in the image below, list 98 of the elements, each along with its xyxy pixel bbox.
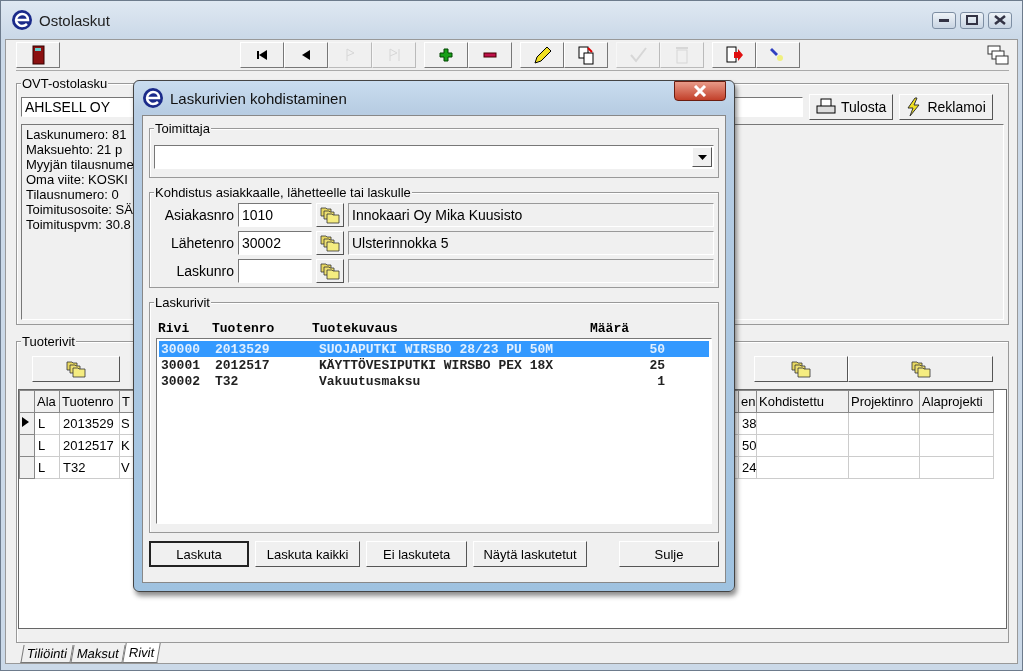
checkmark-icon [630, 47, 647, 63]
table-cell: 50 [738, 434, 757, 457]
print-button[interactable]: Tulosta [809, 94, 894, 120]
detail-line: Laskunumero: 81 [26, 127, 127, 142]
detail-line: Toimituspvm: 30.8 [26, 217, 131, 232]
app-logo-icon [142, 87, 164, 109]
next-icon [346, 48, 355, 62]
minus-icon [483, 52, 497, 58]
field-label: Lähetenro [169, 235, 234, 251]
column-header: Määrä [590, 321, 630, 336]
maximize-button[interactable] [960, 11, 984, 29]
folder-stack-icon [320, 206, 340, 224]
first-record-icon [257, 50, 267, 60]
tab[interactable]: Rivit [122, 643, 161, 663]
folder-stack-icon [66, 360, 86, 378]
door-icon [32, 45, 45, 65]
trash-icon [676, 47, 688, 64]
description-field: Ulsterinnokka 5 [348, 231, 714, 255]
browse-button[interactable] [316, 203, 344, 227]
close-icon [994, 15, 1006, 25]
dialog-button[interactable]: Sulje [618, 541, 719, 567]
tab[interactable]: Maksut [70, 645, 126, 663]
group-title: Kohdistus asiakkaalle, lähetteelle tai laskulle [154, 185, 412, 200]
dialog-title: Laskurivien kohdistaminen [170, 89, 348, 107]
input-field[interactable]: 1010 [238, 203, 312, 227]
column-header[interactable]: Projektinro [848, 390, 920, 413]
folder-stack-icon [791, 360, 811, 378]
dialog-button[interactable]: Laskuta kaikki [255, 541, 361, 567]
tab[interactable]: Tiliöinti [20, 645, 74, 663]
group-title: Tuoterivit [21, 334, 76, 349]
windows-icon[interactable] [987, 45, 1009, 65]
group-title: Toimittaja [154, 121, 211, 136]
column-header[interactable]: Alaprojekti [919, 390, 994, 413]
browse-button[interactable] [848, 356, 993, 382]
table-cell: 2012517 [59, 434, 120, 457]
column-header: Tuotekuvaus [312, 321, 399, 336]
folder-stack-icon [320, 234, 340, 252]
column-header[interactable]: Kohdistettu [756, 390, 849, 413]
last-record-icon [389, 48, 400, 62]
minimize-button[interactable] [932, 11, 956, 29]
lightning-icon [906, 97, 923, 117]
detail-line: Myyjän tilausnume [26, 157, 134, 172]
list-item[interactable]: 30002 T32 Vakuutusmaksu 1 [159, 373, 709, 389]
document-arrow-icon [726, 46, 743, 63]
close-button[interactable] [988, 11, 1012, 29]
toolbar-button[interactable] [424, 42, 468, 68]
browse-button[interactable] [32, 356, 120, 382]
field-label: Laskunro [175, 263, 234, 279]
group-title: Laskurivit [154, 295, 211, 310]
table-cell: 24 [738, 456, 757, 479]
description-field: Innokaari Oy Mika Kuusisto [348, 203, 714, 227]
browse-button[interactable] [754, 356, 848, 382]
plus-icon [439, 48, 453, 62]
table-cell: L [34, 434, 60, 457]
input-field[interactable]: 30002 [238, 231, 312, 255]
minimize-icon [938, 17, 950, 23]
maximize-icon [966, 15, 978, 25]
supplier-dropdown[interactable] [154, 145, 714, 169]
documents-icon [578, 46, 594, 65]
app-logo-icon [11, 9, 33, 31]
table-cell: L [34, 412, 60, 435]
table-cell: 2013529 [59, 412, 120, 435]
toolbar-button[interactable] [240, 42, 284, 68]
list-item[interactable]: 30001 2012517 KÄYTTÖVESIPUTKI WIRSBO PEX 18X 25 [159, 357, 709, 373]
current-row-icon [20, 416, 30, 428]
table-cell: 38 [738, 412, 757, 435]
claim-button[interactable]: Reklamoi [899, 94, 993, 120]
close-icon [693, 85, 707, 97]
table-cell: L [34, 456, 60, 479]
browse-button[interactable] [316, 259, 344, 283]
toolbar-button[interactable] [16, 42, 60, 68]
browse-button[interactable] [316, 231, 344, 255]
close-button[interactable] [674, 81, 726, 101]
toolbar-button[interactable] [520, 42, 564, 68]
folder-stack-icon [320, 262, 340, 280]
table-cell: T32 [59, 456, 120, 479]
column-header: Rivi [158, 321, 191, 336]
detail-line: Oma viite: KOSKI [26, 172, 128, 187]
dialog-button[interactable]: Laskuta [149, 541, 250, 567]
group-title: OVT-ostolasku [21, 76, 109, 91]
column-header: Tuotenro [212, 321, 276, 336]
detail-line: Toimitusosoite: SÄ [26, 202, 133, 217]
field-label: Asiakasnro [163, 207, 234, 223]
dialog-button[interactable]: Ei laskuteta [366, 541, 468, 567]
detail-line: Maksuehto: 21 p [26, 142, 123, 157]
detail-line: Tilausnumero: 0 [26, 187, 119, 202]
printer-icon [816, 98, 836, 116]
previous-icon [302, 50, 310, 60]
toolbar-button[interactable] [468, 42, 512, 68]
input-field[interactable] [238, 259, 312, 283]
toolbar-button[interactable] [284, 42, 328, 68]
window-title: Ostolaskut [39, 11, 111, 29]
column-header[interactable]: Tuotenro [59, 390, 120, 413]
dialog-button[interactable]: Näytä laskutetut [473, 541, 587, 567]
column-header[interactable]: Ala [34, 390, 60, 413]
pencil-icon [534, 46, 552, 64]
folder-stack-icon [910, 360, 931, 378]
dropdown-arrow-icon [697, 154, 707, 160]
